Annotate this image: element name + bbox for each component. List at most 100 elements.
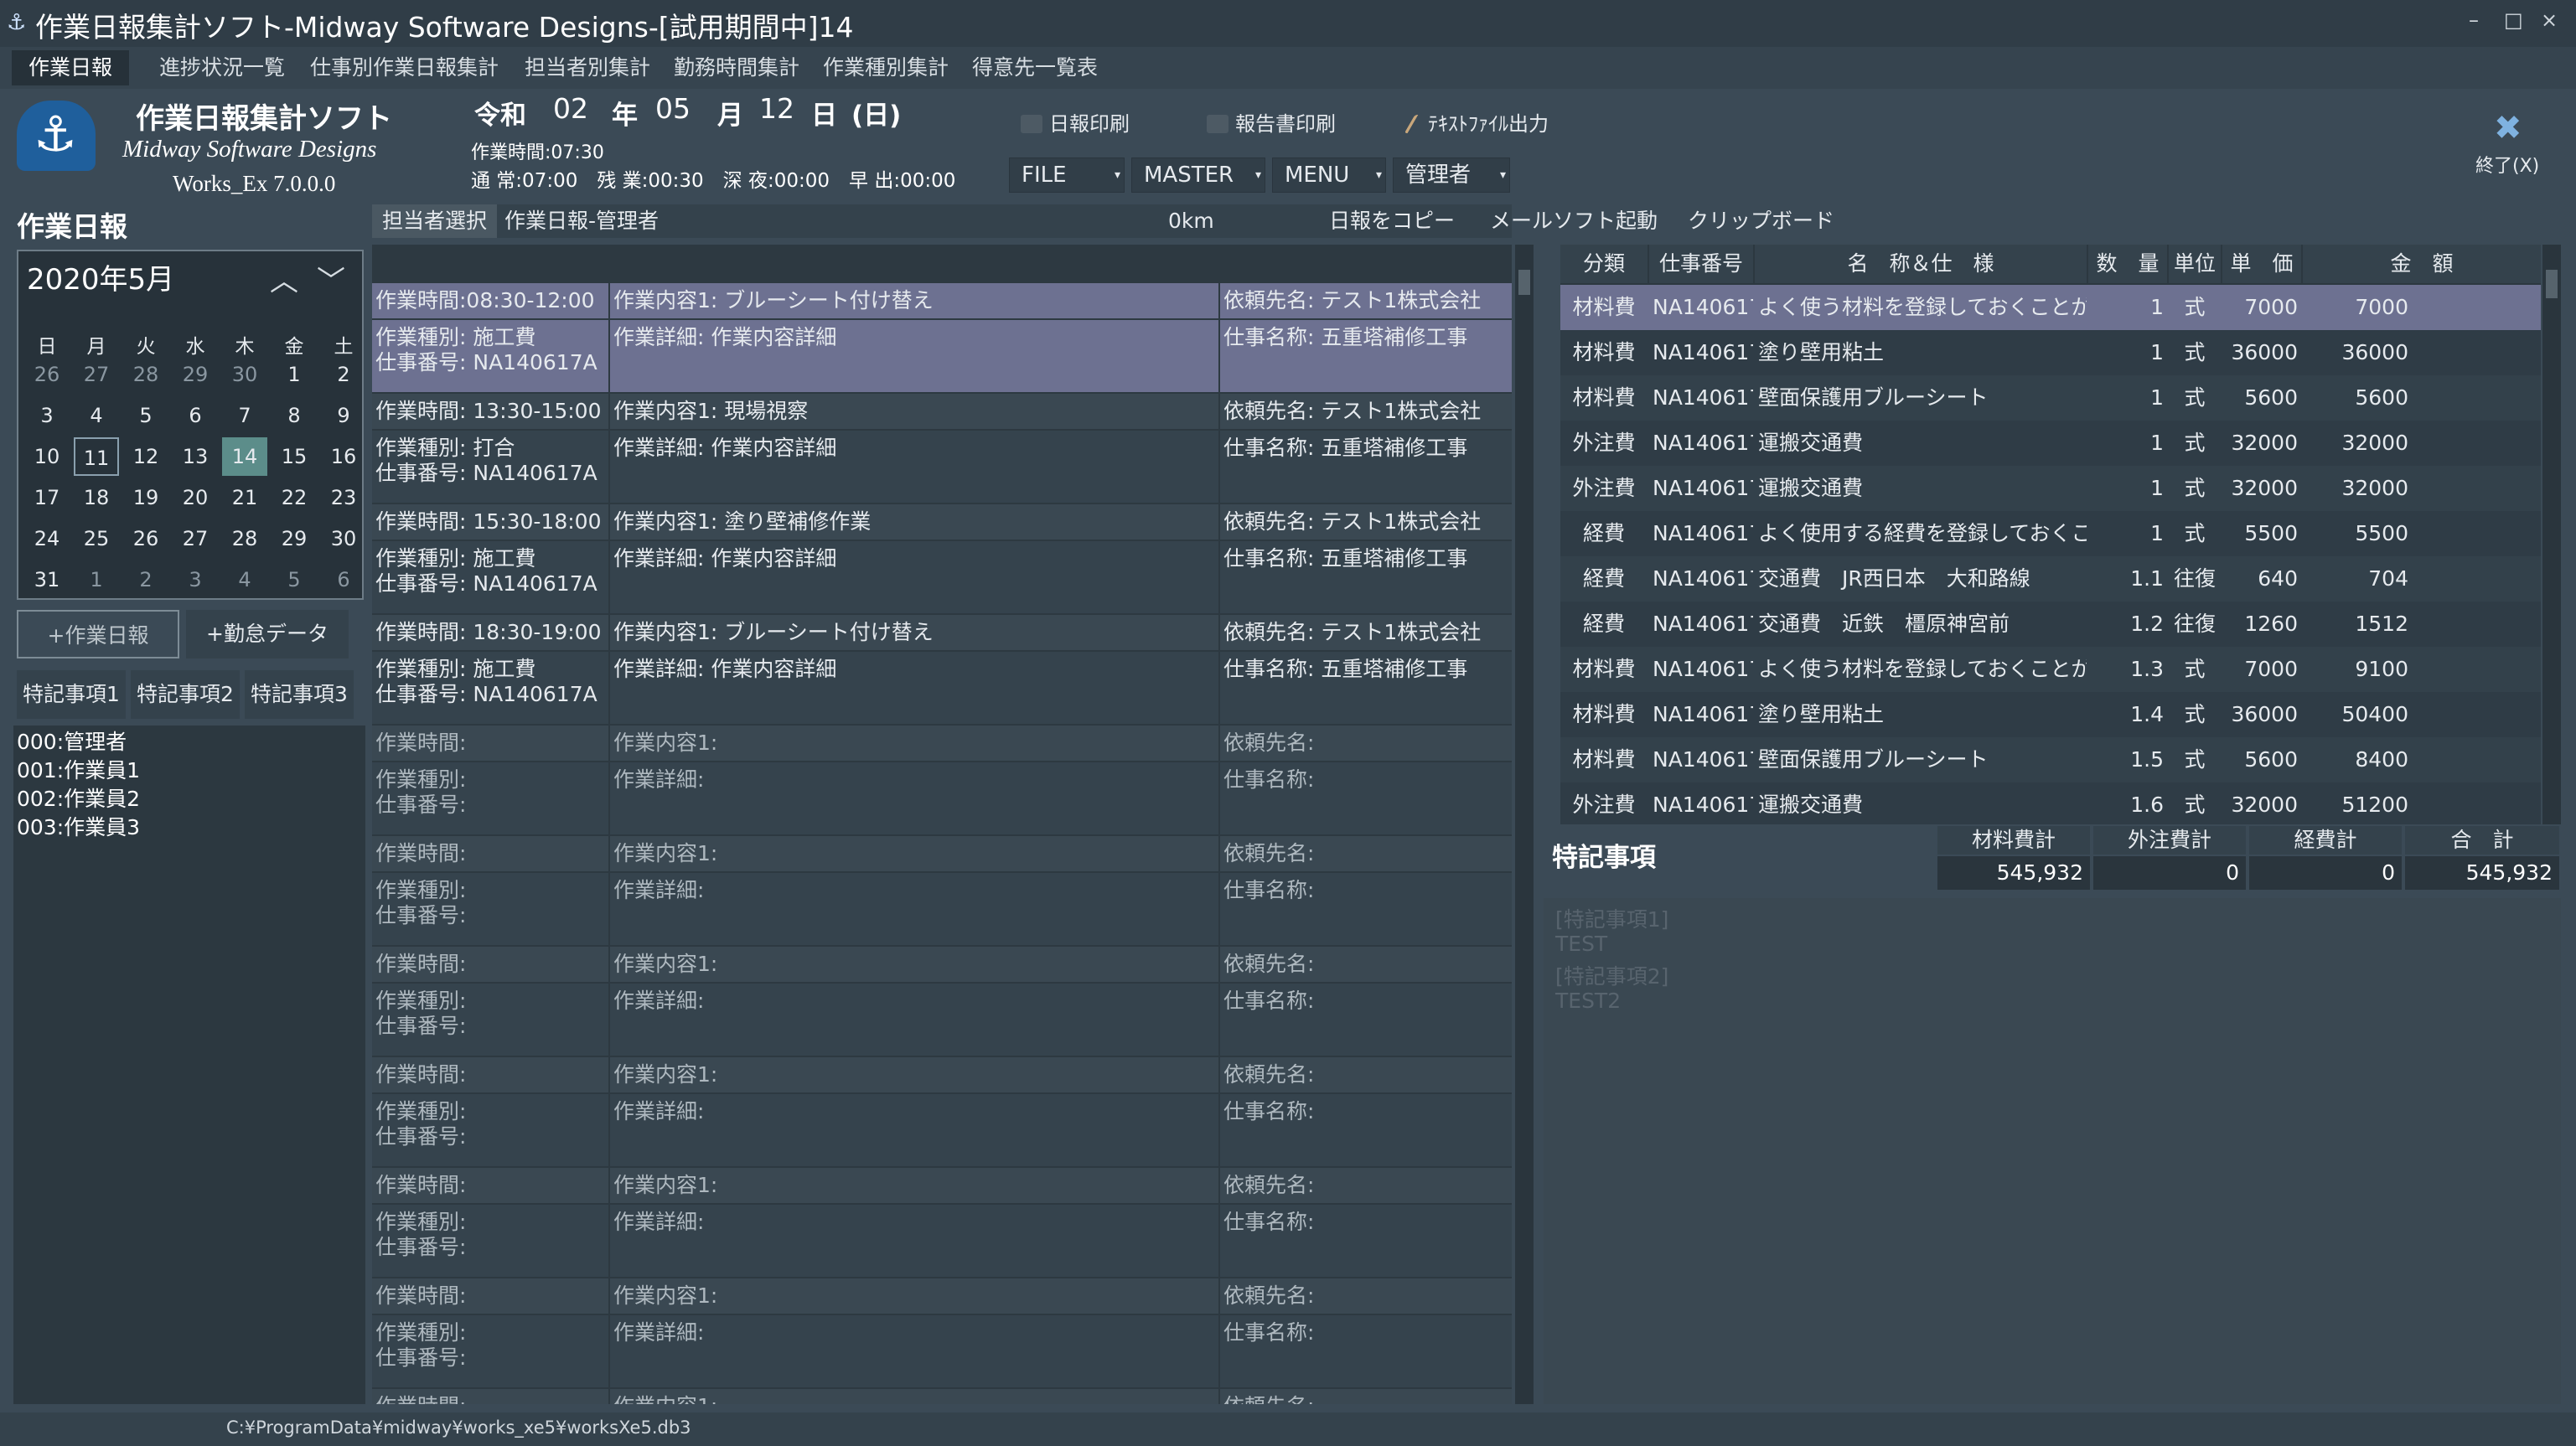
table-row[interactable]: 材料費 NA140617よく使う材料を登録しておくことができます 1式 7000 700… [1560,285,2541,330]
calendar-day[interactable]: 16 [321,437,366,476]
menu-dropdown[interactable]: MENU ▾ [1272,158,1386,193]
maximize-button[interactable]: □ [2504,8,2523,32]
calendar-day[interactable]: 28 [222,519,267,558]
scroll-thumb[interactable] [2546,270,2558,298]
calendar-prev-button[interactable]: ︿ [270,258,298,299]
calendar-day[interactable]: 2 [321,355,366,394]
note2-button[interactable]: 特記事項2 [131,670,240,719]
report-row[interactable]: 作業時間:作業内容1:依頼先名: [372,1389,1512,1404]
calendar-day[interactable]: 19 [123,478,168,517]
date-month[interactable]: 05 [655,92,691,125]
column-header[interactable]: 単 価 [2222,245,2301,283]
staff-select-button[interactable]: 担当者選択 [372,204,498,238]
list-item[interactable]: 001:作業員1 [17,754,140,784]
table-row[interactable]: 外注費 NA140617 運搬交通費 1 式 32000 32000 [1560,421,2541,466]
add-attendance-button[interactable]: +勤怠データ [186,610,349,658]
calendar-day[interactable]: 7 [222,396,267,435]
notes-textarea[interactable]: [特記事項1] TEST [特記事項2] TEST2 [1544,898,2561,1404]
calendar-day[interactable]: 4 [74,396,119,435]
calendar-day[interactable]: 28 [123,355,168,394]
calendar-day[interactable]: 3 [24,396,70,435]
tab-client-list[interactable]: 得意先一覧表 [955,50,1115,85]
calendar-day[interactable]: 27 [74,355,119,394]
report-row-detail[interactable]: 作業種別: 仕事番号: 作業詳細: 仕事名称: [372,1205,1512,1277]
calendar-day[interactable]: 2 [123,560,168,599]
calendar-day[interactable]: 29 [173,355,218,394]
column-header[interactable]: 分類 [1560,245,1648,283]
table-row[interactable]: 材料費 NA140617 壁面保護用ブルーシート 1 式 5600 5600 [1560,375,2541,421]
tab-worktype-summary[interactable]: 作業種別集計 [806,50,965,85]
add-report-button[interactable]: +作業日報 [17,610,179,658]
report-row[interactable]: 作業時間:作業内容1:依頼先名: [372,836,1512,871]
calendar-day[interactable]: 13 [173,437,218,476]
calendar-day[interactable]: 11 [74,437,119,476]
calendar-day[interactable]: 1 [272,355,317,394]
table-row[interactable]: 材料費 NA140617よく使う材料を登録しておくことができます 1.3 式 7000 9… [1560,647,2541,692]
calendar-day[interactable]: 1 [74,560,119,599]
calendar-day[interactable]: 15 [272,437,317,476]
clipboard-button[interactable]: クリップボード [1688,204,1834,238]
table-row[interactable]: 材料費 NA140617 塗り壁用粘土 1 式 36000 36000 [1560,330,2541,375]
column-header[interactable]: 単位 [2169,245,2221,283]
column-header[interactable]: 金 額 [2303,245,2541,283]
report-row[interactable]: 作業時間:作業内容1:依頼先名: [372,1057,1512,1092]
file-dropdown[interactable]: FILE ▾ [1009,158,1125,193]
report-row[interactable]: 作業時間:作業内容1:依頼先名: [372,1168,1512,1203]
close-button[interactable]: × [2541,8,2558,32]
report-row[interactable]: 作業時間: 13:30-15:00 作業内容1: 現場視察 依頼先名: テスト1株式… [372,394,1512,429]
report-row[interactable]: 作業時間: 18:30-19:00 作業内容1: ブルーシート付け替え 依頼先名: … [372,615,1512,650]
list-item[interactable]: 003:作業員3 [17,811,140,841]
tab-staff-summary[interactable]: 担当者別集計 [508,50,667,85]
table-row[interactable]: 経費 NA140617よく使用する経費を登録しておくことができま 1式 5500 550… [1560,511,2541,556]
calendar-day[interactable]: 10 [24,437,70,476]
report-row[interactable]: 作業時間:作業内容1:依頼先名: [372,1278,1512,1314]
tab-progress[interactable]: 進捗状況一覧 [142,50,302,85]
date-day[interactable]: 12 [759,92,794,125]
minimize-button[interactable]: – [2469,8,2479,32]
column-header[interactable]: 仕事番号 [1649,245,1753,283]
report-row-detail[interactable]: 作業種別: 施工費 仕事番号: NA140617A 作業詳細: 作業内容詳細 仕事名称… [372,320,1512,392]
calendar-day[interactable]: 5 [272,560,317,599]
calendar-day[interactable]: 22 [272,478,317,517]
table-row[interactable]: 経費 NA140617 交通費 近鉄 橿原神宮前 1.2 往復 1260 1512 [1560,602,2541,647]
calendar-day[interactable]: 17 [24,478,70,517]
note3-button[interactable]: 特記事項3 [245,670,354,719]
cost-scrollbar[interactable] [2542,245,2561,824]
copy-report-button[interactable]: 日報をコピー [1329,204,1455,238]
calendar-day[interactable]: 30 [321,519,366,558]
calendar-day[interactable]: 30 [222,355,267,394]
calendar-day[interactable]: 12 [123,437,168,476]
table-row[interactable]: 外注費 NA140617 運搬交通費 1.6 式 32000 51200 [1560,782,2541,824]
tab-job-summary[interactable]: 仕事別作業日報集計 [293,50,515,85]
tab-hours-summary[interactable]: 勤務時間集計 [657,50,816,85]
column-header[interactable]: 名 称＆仕 様 [1755,245,2087,283]
calendar-day[interactable]: 24 [24,519,70,558]
report-row-detail[interactable]: 作業種別: 仕事番号: 作業詳細: 仕事名称: [372,873,1512,945]
calendar-day[interactable]: 26 [24,355,70,394]
report-row-detail[interactable]: 作業種別: 打合 仕事番号: NA140617A 作業詳細: 作業内容詳細 仕事名称:… [372,431,1512,503]
report-row-detail[interactable]: 作業種別: 仕事番号: 作業詳細: 仕事名称: [372,1094,1512,1166]
report-row-detail[interactable]: 作業種別: 施工費 仕事番号: NA140617A 作業詳細: 作業内容詳細 仕事名称… [372,541,1512,613]
calendar-day[interactable]: 31 [24,560,70,599]
report-row[interactable]: 作業時間:作業内容1:依頼先名: [372,947,1512,982]
calendar-day[interactable]: 27 [173,519,218,558]
calendar-day[interactable]: 20 [173,478,218,517]
list-item[interactable]: 002:作業員2 [17,782,140,813]
calendar-day[interactable]: 5 [123,396,168,435]
report-row[interactable]: 作業時間:作業内容1:依頼先名: [372,726,1512,761]
tab-daily-report[interactable]: 作業日報 [12,50,130,85]
print-daily-button[interactable]: 日報印刷 [1021,107,1130,137]
calendar-day[interactable]: 29 [272,519,317,558]
calendar-day[interactable]: 21 [222,478,267,517]
calendar-day[interactable]: 9 [321,396,366,435]
report-row-detail[interactable]: 作業種別: 仕事番号: 作業詳細: 仕事名称: [372,984,1512,1056]
report-row-detail[interactable]: 作業種別: 仕事番号: 作業詳細: 仕事名称: [372,1315,1512,1387]
calendar-day[interactable]: 6 [173,396,218,435]
calendar-day[interactable]: 4 [222,560,267,599]
calendar-day[interactable]: 26 [123,519,168,558]
calendar-day[interactable]: 3 [173,560,218,599]
user-dropdown[interactable]: 管理者 ▾ [1393,158,1510,193]
list-item[interactable]: 000:管理者 [17,726,127,756]
report-row-detail[interactable]: 作業種別: 施工費 仕事番号: NA140617A 作業詳細: 作業内容詳細 仕事名称… [372,652,1512,724]
calendar-day[interactable]: 14 [222,437,267,476]
